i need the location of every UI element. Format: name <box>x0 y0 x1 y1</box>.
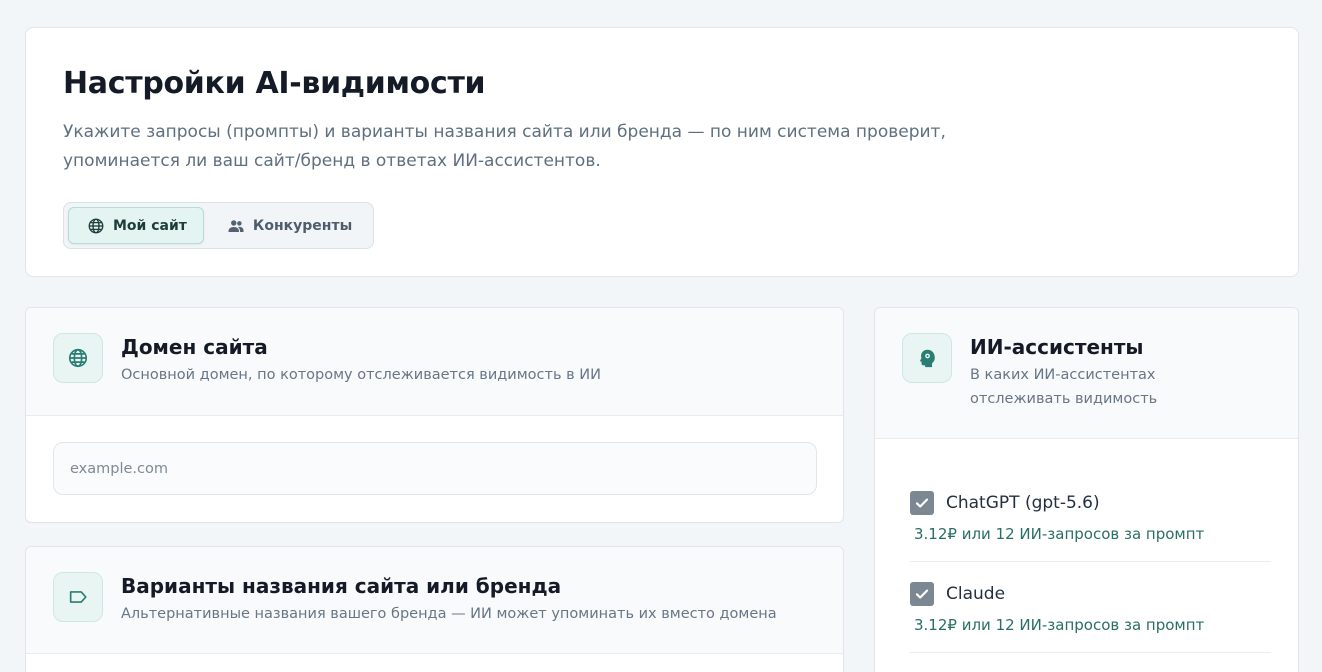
ai-icon-box <box>902 333 952 383</box>
brand-card-text: Варианты названия сайта или бренда Альте… <box>121 572 777 653</box>
ai-card-header: ИИ-ассистенты В каких ИИ-ассистентах отс… <box>875 308 1298 439</box>
assistant-price: 3.12₽ или 12 ИИ-запросов за промпт <box>914 525 1205 543</box>
ai-assistants-card: ИИ-ассистенты В каких ИИ-ассистентах отс… <box>874 307 1299 672</box>
assistant-name: Claude <box>946 584 1006 604</box>
tab-my-site[interactable]: Мой сайт <box>68 207 204 244</box>
assistant-row-chatgpt[interactable]: ChatGPT (gpt-5.6) <box>910 491 1271 515</box>
globe-icon <box>68 348 88 368</box>
list-item: ChatGPT (gpt-5.6) 3.12₽ или 12 ИИ-запрос… <box>910 491 1271 562</box>
chatgpt-checkbox[interactable] <box>910 491 934 515</box>
page-title: Настройки AI-видимости <box>63 66 486 101</box>
tag-icon <box>69 591 87 603</box>
domain-card: Домен сайта Основной домен, по которому … <box>25 307 844 523</box>
check-icon <box>915 498 929 508</box>
domain-icon-box <box>53 333 103 383</box>
ai-card-subtitle: В каких ИИ-ассистентах отслеживать видим… <box>970 367 1158 407</box>
page-description: Укажите запросы (промпты) и варианты наз… <box>63 122 946 171</box>
domain-card-header: Домен сайта Основной домен, по которому … <box>26 308 843 416</box>
ai-head-icon <box>919 349 935 368</box>
site-competitors-toggle: Мой сайт Конкуренты <box>63 202 375 249</box>
brand-card-subtitle: Альтернативные названия вашего бренда — … <box>121 606 777 622</box>
settings-header-card: Настройки AI-видимости Укажите запросы (… <box>25 27 1299 277</box>
tab-my-site-label: Мой сайт <box>113 217 187 234</box>
check-icon <box>915 589 929 599</box>
domain-card-subtitle: Основной домен, по которому отслеживаетс… <box>121 367 601 383</box>
brand-card-header: Варианты названия сайта или бренда Альте… <box>26 547 843 654</box>
domain-card-text: Домен сайта Основной домен, по которому … <box>121 333 601 415</box>
ai-visibility-settings-page: Настройки AI-видимости Укажите запросы (… <box>0 0 1322 672</box>
assistant-row-claude[interactable]: Claude <box>910 582 1271 606</box>
claude-checkbox[interactable] <box>910 582 934 606</box>
list-item: Claude 3.12₽ или 12 ИИ-запросов за промп… <box>910 582 1271 653</box>
tab-competitors-label: Конкуренты <box>252 217 353 234</box>
assistant-price: 3.12₽ или 12 ИИ-запросов за промпт <box>914 616 1205 634</box>
ai-card-title: ИИ-ассистенты <box>970 335 1144 359</box>
brand-icon-box <box>53 572 103 622</box>
brand-card-title: Варианты названия сайта или бренда <box>121 574 562 598</box>
users-icon <box>228 219 244 232</box>
tab-competitors[interactable]: Конкуренты <box>208 207 369 244</box>
ai-assistants-list: ChatGPT (gpt-5.6) 3.12₽ или 12 ИИ-запрос… <box>875 439 1298 653</box>
assistant-name: ChatGPT (gpt-5.6) <box>946 493 1100 513</box>
ai-card-text: ИИ-ассистенты В каких ИИ-ассистентах отс… <box>970 333 1260 438</box>
domain-input[interactable] <box>53 442 817 495</box>
globe-icon <box>88 218 104 233</box>
domain-card-title: Домен сайта <box>121 335 268 359</box>
brand-names-card: Варианты названия сайта или бренда Альте… <box>25 546 844 672</box>
